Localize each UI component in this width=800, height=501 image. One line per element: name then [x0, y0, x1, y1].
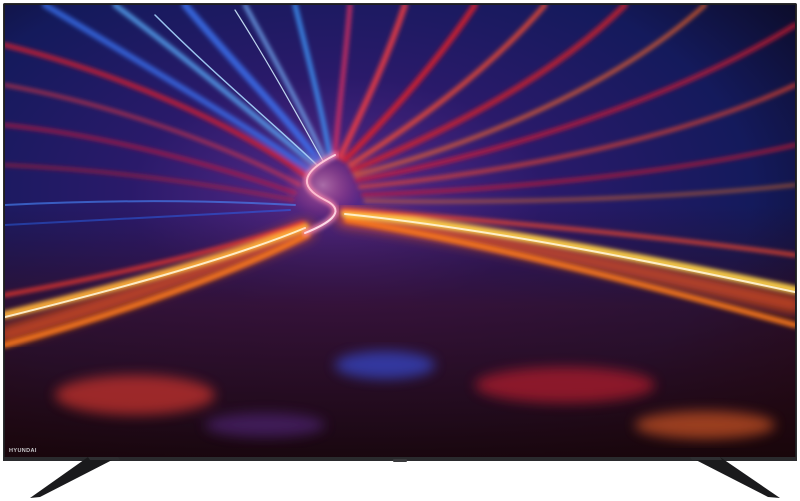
television: HYUNDAI — [0, 0, 800, 501]
ir-sensor — [393, 459, 407, 462]
tv-screen — [5, 5, 795, 457]
brand-logo: HYUNDAI — [9, 448, 37, 454]
light-tunnel-wallpaper — [5, 5, 795, 457]
tv-stand-left — [30, 457, 150, 499]
tv-stand-right — [660, 457, 780, 499]
